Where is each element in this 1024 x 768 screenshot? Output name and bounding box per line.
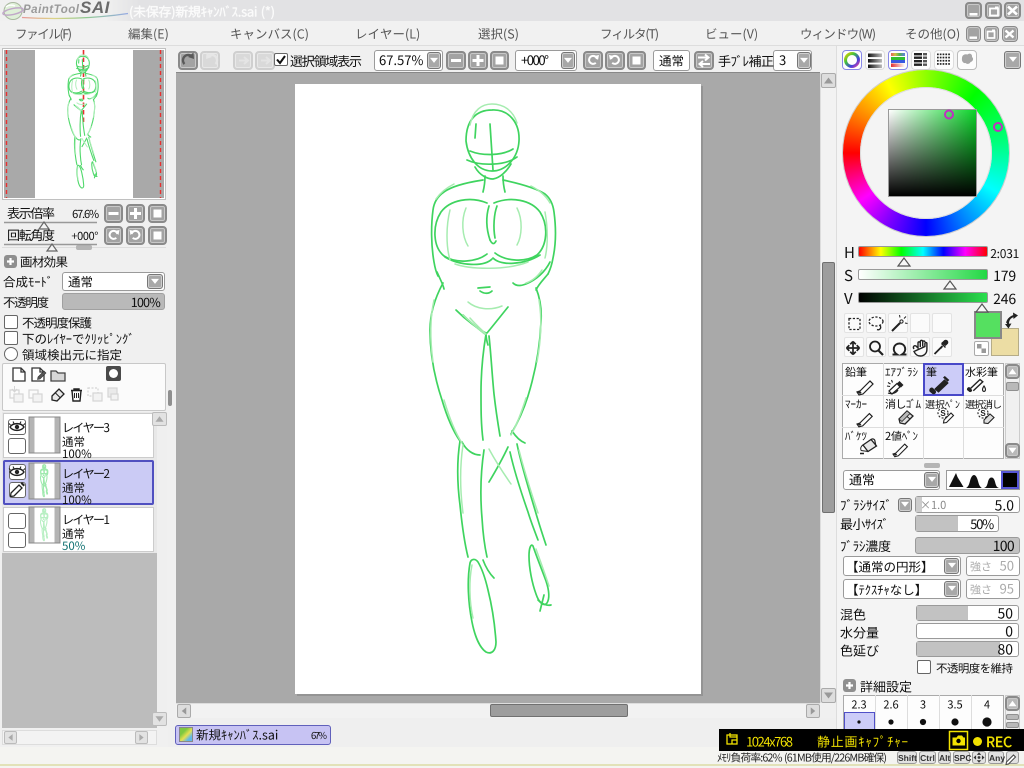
svg-text:S: S [940, 409, 946, 418]
svg-text:S: S [980, 409, 986, 418]
